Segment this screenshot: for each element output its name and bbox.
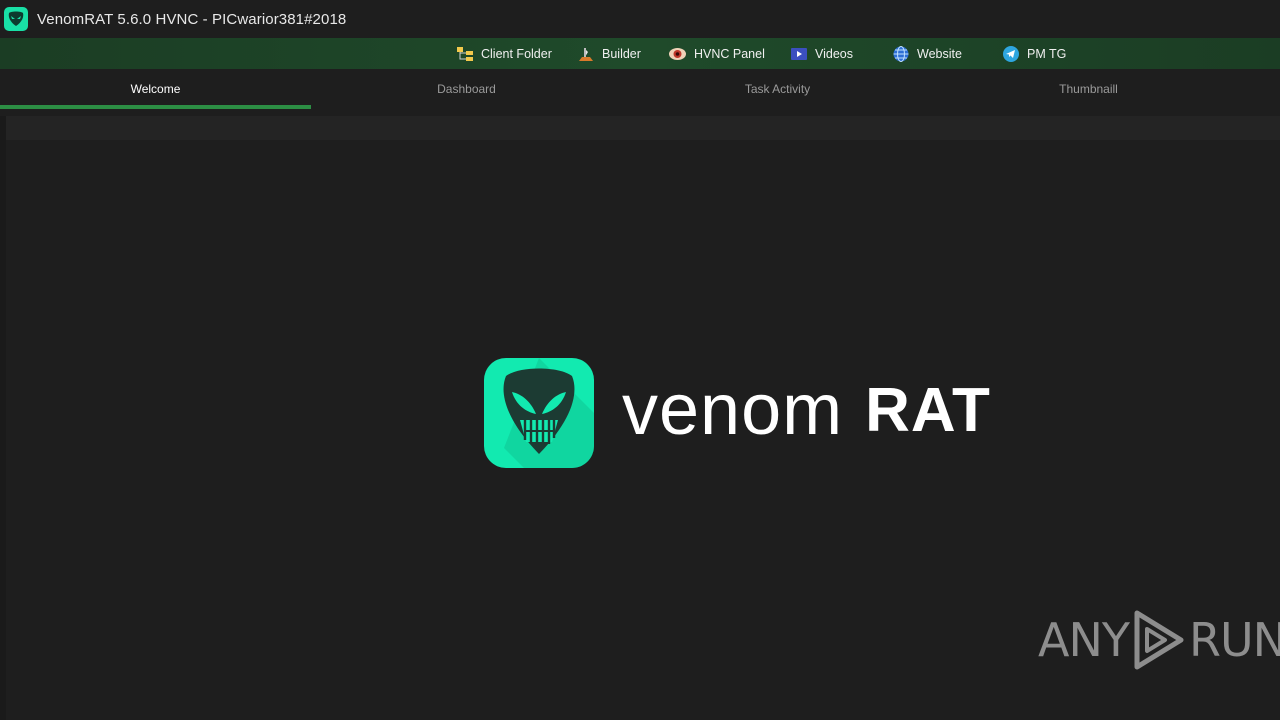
pm-tg-label: PM TG: [1027, 46, 1067, 61]
window-title: VenomRAT 5.6.0 HVNC - PICwarior381#2018: [37, 10, 347, 28]
pm-tg-button[interactable]: PM TG: [1002, 38, 1066, 69]
tab-label: Dashboard: [437, 82, 496, 96]
play-icon: [1134, 610, 1184, 670]
tab-label: Welcome: [130, 82, 181, 96]
builder-icon: [579, 47, 593, 61]
title-bar: VenomRAT 5.6.0 HVNC - PICwarior381#2018: [0, 0, 1280, 38]
videos-button[interactable]: Videos: [790, 38, 853, 69]
content-header-strip: [6, 116, 1280, 140]
watermark-left: ANY: [1038, 613, 1130, 667]
tab-thumbnail[interactable]: Thumbnaill: [933, 69, 1244, 109]
folder-tree-icon: [457, 46, 473, 61]
tab-bar: Welcome Dashboard Task Activity Thumbnai…: [0, 69, 1280, 109]
tab-task-activity[interactable]: Task Activity: [622, 69, 933, 109]
globe-icon: [893, 45, 909, 62]
toolbar: Client Folder Builder HVNC Panel Videos …: [0, 38, 1280, 69]
builder-button[interactable]: Builder: [577, 38, 641, 69]
website-label: Website: [917, 46, 962, 61]
client-folder-label: Client Folder: [481, 46, 552, 61]
logo-text-bold: RAT: [865, 375, 991, 445]
tab-welcome[interactable]: Welcome: [0, 69, 311, 109]
tab-label: Thumbnaill: [1059, 82, 1118, 96]
website-button[interactable]: Website: [892, 38, 962, 69]
watermark-right: RUN: [1188, 613, 1280, 667]
builder-label: Builder: [602, 46, 641, 61]
client-folder-button[interactable]: Client Folder: [456, 38, 552, 69]
hvnc-panel-label: HVNC Panel: [694, 46, 765, 61]
tab-label: Task Activity: [744, 82, 811, 96]
logo-text-light: venom: [622, 370, 844, 450]
videos-label: Videos: [815, 46, 853, 61]
tab-dashboard[interactable]: Dashboard: [311, 69, 622, 109]
eye-icon: [669, 47, 686, 60]
anyrun-watermark: ANY RUN: [1038, 608, 1280, 672]
telegram-icon: [1003, 45, 1019, 62]
hvnc-panel-button[interactable]: HVNC Panel: [668, 38, 765, 69]
venom-rat-wordmark: venom RAT: [622, 370, 991, 450]
venom-mask-icon: [484, 358, 594, 468]
venom-mask-icon: [4, 7, 28, 31]
video-icon: [791, 47, 807, 60]
